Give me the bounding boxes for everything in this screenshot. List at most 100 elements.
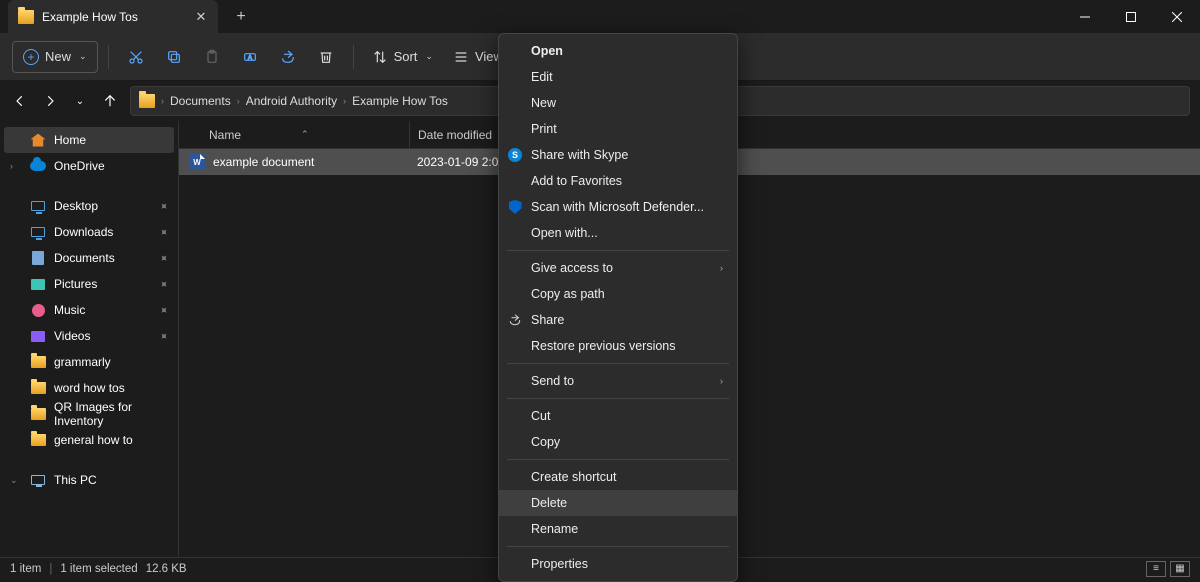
sidebar-item-downloads[interactable]: Downloads✦ [4,219,174,245]
sidebar-item-thispc[interactable]: ⌄ This PC [4,467,174,493]
details-view-button[interactable]: ≡ [1146,561,1166,577]
pin-icon: ✦ [156,302,172,318]
status-item-count: 1 item [10,563,41,575]
folder-icon [31,382,46,394]
sidebar-item-pictures[interactable]: Pictures✦ [4,271,174,297]
chevron-right-icon: › [237,96,240,106]
context-menu: Open Edit New Print SShare with Skype Ad… [498,33,738,582]
new-button[interactable]: + New ⌄ [12,41,98,73]
ctx-new[interactable]: New [499,90,737,116]
ctx-cut[interactable]: Cut [499,403,737,429]
monitor-icon [31,201,45,211]
sidebar-item-grammarly[interactable]: grammarly [4,349,174,375]
up-button[interactable] [100,91,120,111]
ctx-edit[interactable]: Edit [499,64,737,90]
vid-icon [31,331,45,342]
back-button[interactable] [10,91,30,111]
sort-indicator-icon: ⌃ [301,129,309,140]
delete-button[interactable] [309,41,343,73]
word-doc-icon: W [189,154,205,170]
sidebar-item-desktop[interactable]: Desktop✦ [4,193,174,219]
file-date: 2023-01-09 2:04 [409,155,505,169]
sidebar-item-label: Desktop [54,199,151,213]
ctx-restore[interactable]: Restore previous versions [499,333,737,359]
title-bar: Example How Tos ✕ + [0,0,1200,33]
folder-icon [31,434,46,446]
cut-button[interactable] [119,41,153,73]
maximize-button[interactable] [1108,0,1154,33]
ctx-openwith[interactable]: Open with... [499,220,737,246]
sort-label: Sort [394,49,418,64]
sidebar: Home › OneDrive Desktop✦Downloads✦Docume… [0,121,179,557]
breadcrumb[interactable]: Documents [170,94,231,108]
sidebar-item-onedrive[interactable]: › OneDrive [4,153,174,179]
sidebar-item-videos[interactable]: Videos✦ [4,323,174,349]
sidebar-item-label: general how to [54,433,168,447]
shield-icon [509,200,522,214]
svg-text:A: A [248,55,252,61]
skype-icon: S [508,148,522,162]
chevron-down-icon: ⌄ [425,51,433,62]
ctx-copy[interactable]: Copy [499,429,737,455]
sidebar-item-label: QR Images for Inventory [54,400,168,428]
folder-icon [139,94,155,108]
sidebar-item-word-how-tos[interactable]: word how tos [4,375,174,401]
sidebar-item-documents[interactable]: Documents✦ [4,245,174,271]
recent-dropdown[interactable]: ⌄ [70,91,90,111]
sidebar-item-general-how-to[interactable]: general how to [4,427,174,453]
chevron-down-icon[interactable]: ⌄ [10,475,22,486]
chevron-right-icon[interactable]: › [10,161,22,171]
ctx-favorites[interactable]: Add to Favorites [499,168,737,194]
rename-button[interactable]: A [233,41,267,73]
close-tab-icon[interactable]: ✕ [194,9,208,25]
ctx-giveaccess[interactable]: Give access to› [499,255,737,281]
share-icon [507,312,523,328]
sidebar-item-label: Music [54,303,151,317]
ctx-sendto[interactable]: Send to› [499,368,737,394]
pics-icon [31,279,45,290]
ctx-shortcut[interactable]: Create shortcut [499,464,737,490]
ctx-rename[interactable]: Rename [499,516,737,542]
sidebar-item-label: grammarly [54,355,168,369]
sidebar-item-label: Home [54,133,168,147]
sidebar-item-label: Downloads [54,225,151,239]
plus-icon: + [23,49,39,65]
sidebar-item-qr-images-for-inventory[interactable]: QR Images for Inventory [4,401,174,427]
thumbnails-view-button[interactable]: ▦ [1170,561,1190,577]
ctx-delete[interactable]: Delete [499,490,737,516]
status-size: 12.6 KB [146,563,187,575]
ctx-properties[interactable]: Properties [499,551,737,577]
pc-icon [31,475,45,485]
sidebar-item-label: word how tos [54,381,168,395]
window-tab[interactable]: Example How Tos ✕ [8,0,218,33]
file-name: example document [213,155,409,169]
ctx-skype[interactable]: SShare with Skype [499,142,737,168]
new-tab-button[interactable]: + [226,8,256,26]
chevron-right-icon: › [161,96,164,106]
column-header-name[interactable]: Name⌃ [179,128,409,142]
close-window-button[interactable] [1154,0,1200,33]
copy-button[interactable] [157,41,191,73]
sidebar-item-label: This PC [54,473,168,487]
breadcrumb[interactable]: Android Authority [246,94,337,108]
paste-button[interactable] [195,41,229,73]
ctx-print[interactable]: Print [499,116,737,142]
ctx-share[interactable]: Share [499,307,737,333]
folder-icon [18,10,34,24]
sort-button[interactable]: Sort ⌄ [364,41,441,73]
chevron-right-icon: › [720,376,723,386]
minimize-button[interactable] [1062,0,1108,33]
ctx-open[interactable]: Open [499,38,737,64]
sidebar-item-home[interactable]: Home [4,127,174,153]
sidebar-item-label: Documents [54,251,151,265]
cloud-icon [30,161,46,171]
folder-icon [31,408,46,420]
pin-icon: ✦ [156,276,172,292]
status-selected: 1 item selected [60,563,137,575]
share-button[interactable] [271,41,305,73]
ctx-copypath[interactable]: Copy as path [499,281,737,307]
forward-button[interactable] [40,91,60,111]
sidebar-item-music[interactable]: Music ✦ [4,297,174,323]
ctx-defender[interactable]: Scan with Microsoft Defender... [499,194,737,220]
breadcrumb[interactable]: Example How Tos [352,94,448,108]
